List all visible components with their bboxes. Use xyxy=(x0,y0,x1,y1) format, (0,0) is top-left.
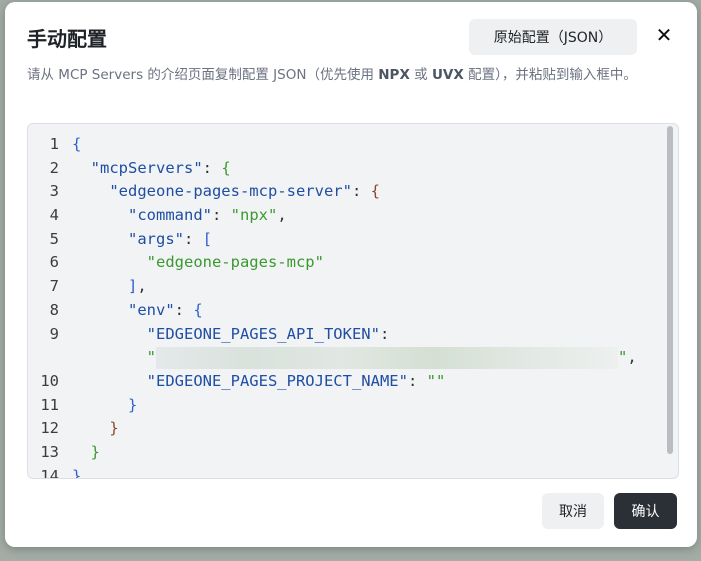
code-token: "env" xyxy=(128,300,175,319)
code-token: } xyxy=(72,466,82,479)
code-text: { xyxy=(72,133,81,157)
code-line: 7 ], xyxy=(28,275,678,299)
code-token: "npx" xyxy=(230,206,278,225)
code-text: "args": [ xyxy=(72,228,212,252)
confirm-button[interactable]: 确认 xyxy=(614,493,677,529)
code-token: "mcpServers" xyxy=(90,158,203,177)
code-text: } xyxy=(72,465,82,479)
line-number: 10 xyxy=(40,371,59,390)
line-number: 7 xyxy=(49,277,59,296)
code-token: "edgeone-pages-mcp-server" xyxy=(109,182,352,201)
code-line: 6 "edgeone-pages-mcp" xyxy=(28,251,678,275)
code-text: "edgeone-pages-mcp-server": { xyxy=(72,180,380,204)
code-token: "EDGEONE_PAGES_API_TOKEN" xyxy=(146,324,380,343)
code-token: ] xyxy=(128,277,138,296)
cancel-button[interactable]: 取消 xyxy=(542,493,604,529)
code-token: , xyxy=(627,348,637,367)
code-token: : xyxy=(202,158,222,177)
line-number: 14 xyxy=(40,466,59,479)
line-number: 6 xyxy=(49,253,59,272)
code-text: } xyxy=(72,441,100,465)
code-token: , xyxy=(277,206,287,225)
code-line: 1{ xyxy=(28,133,678,157)
code-text: "env": { xyxy=(72,299,203,323)
code-line: 14} xyxy=(28,465,678,479)
code-line: 8 "env": { xyxy=(28,299,678,323)
code-token: { xyxy=(193,300,203,319)
desc-npx: NPX xyxy=(378,67,410,83)
code-text: "edgeone-pages-mcp" xyxy=(72,251,324,275)
code-token: } xyxy=(90,442,101,461)
code-text: "EDGEONE_PAGES_PROJECT_NAME": "" xyxy=(72,370,446,394)
code-token: { xyxy=(72,135,82,153)
code-token: " xyxy=(618,348,628,367)
code-line: 4 "command": "npx", xyxy=(28,204,678,228)
code-token: : xyxy=(351,182,371,201)
line-number: 5 xyxy=(49,229,59,248)
code-text: "command": "npx", xyxy=(72,204,287,228)
code-text: } xyxy=(72,417,119,441)
code-token: " xyxy=(146,348,156,367)
desc-suffix: 配置），并粘贴到输入框中。 xyxy=(463,67,637,83)
code-token: } xyxy=(109,419,119,438)
line-number: 4 xyxy=(49,206,59,225)
code-token: "args" xyxy=(128,229,184,248)
raw-json-config-button[interactable]: 原始配置（JSON） xyxy=(469,19,637,55)
line-number: 2 xyxy=(49,158,59,177)
code-token: : xyxy=(212,206,231,225)
line-number: 8 xyxy=(49,300,59,319)
code-line: 3 "edgeone-pages-mcp-server": { xyxy=(28,180,678,204)
line-number: 11 xyxy=(40,395,59,414)
code-text: } xyxy=(72,394,137,418)
code-token: : xyxy=(174,300,194,319)
code-line: 5 "args": [ xyxy=(28,228,678,252)
code-text: "mcpServers": { xyxy=(72,157,231,181)
code-token: : xyxy=(379,324,390,343)
code-line: " ", xyxy=(28,346,678,370)
code-line: 10 "EDGEONE_PAGES_PROJECT_NAME": "" xyxy=(28,370,678,394)
line-number: 9 xyxy=(49,324,59,343)
code-token: "command" xyxy=(128,206,212,225)
line-number: 3 xyxy=(49,182,59,201)
dialog-title: 手动配置 xyxy=(27,27,107,51)
editor-scrollbar[interactable] xyxy=(667,126,673,454)
manual-config-dialog: 手动配置 原始配置（JSON） ✕ 请从 MCP Servers 的介绍页面复制… xyxy=(5,2,697,547)
code-line: 12 } xyxy=(28,417,678,441)
line-number: 12 xyxy=(40,419,59,438)
code-token: } xyxy=(128,395,138,414)
code-token: { xyxy=(221,158,231,177)
code-line: 13 } xyxy=(28,441,678,465)
desc-prefix: 请从 MCP Servers 的介绍页面复制配置 JSON（优先使用 xyxy=(27,67,379,83)
desc-or: 或 xyxy=(409,67,432,83)
line-number: 13 xyxy=(40,442,59,461)
desc-uvx: UVX xyxy=(431,67,464,83)
code-token: "edgeone-pages-mcp" xyxy=(146,253,324,272)
code-token: "EDGEONE_PAGES_PROJECT_NAME" xyxy=(146,371,408,390)
code-lines: 1{2 "mcpServers": {3 "edgeone-pages-mcp-… xyxy=(28,133,678,479)
code-text: "EDGEONE_PAGES_API_TOKEN": xyxy=(72,323,390,347)
redacted-token xyxy=(156,346,618,369)
code-line: 11 } xyxy=(28,394,678,418)
json-config-editor[interactable]: 1{2 "mcpServers": {3 "edgeone-pages-mcp-… xyxy=(27,123,679,479)
code-token: [ xyxy=(202,229,213,248)
code-token: { xyxy=(370,182,380,201)
code-token: : xyxy=(407,371,427,390)
dialog-description: 请从 MCP Servers 的介绍页面复制配置 JSON（优先使用 NPX 或… xyxy=(27,64,667,86)
close-icon[interactable]: ✕ xyxy=(651,22,677,48)
code-token: "" xyxy=(426,371,446,390)
code-text: " ", xyxy=(72,346,637,370)
code-token: , xyxy=(137,277,147,296)
code-line: 9 "EDGEONE_PAGES_API_TOKEN": xyxy=(28,323,678,347)
code-token: : xyxy=(184,229,203,248)
code-text: ], xyxy=(72,275,147,299)
code-line: 2 "mcpServers": { xyxy=(28,157,678,181)
line-number: 1 xyxy=(49,135,59,153)
